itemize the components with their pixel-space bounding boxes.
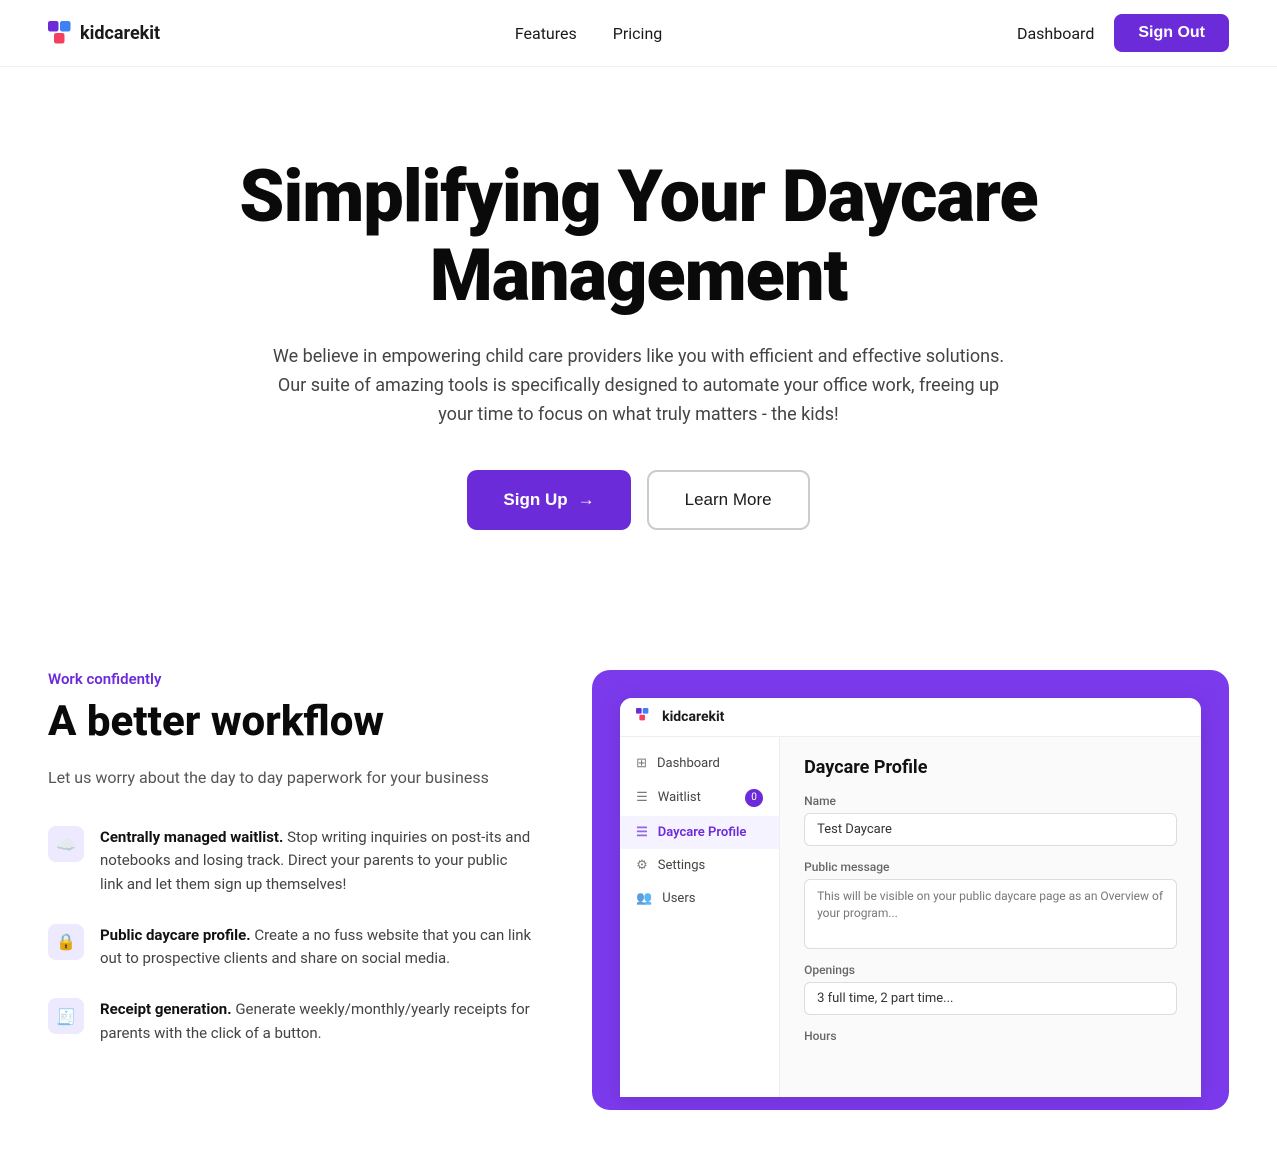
feature-waitlist-text: Centrally managed waitlist. Stop writing… [100, 826, 532, 896]
logo[interactable]: kidcarekit [48, 21, 160, 45]
feature-profile-text: Public daycare profile. Create a no fuss… [100, 924, 532, 971]
sidebar-preview-dashboard[interactable]: ⊞ Dashboard [620, 747, 779, 780]
preview-header: kidcarekit [620, 698, 1201, 737]
nav-features-link[interactable]: Features [515, 24, 577, 43]
features-heading: A better workflow [48, 698, 532, 746]
preview-content-area: Daycare Profile Name Test Daycare Public… [780, 737, 1201, 1097]
sidebar-preview-users[interactable]: 👥 Users [620, 882, 779, 915]
preview-content-title: Daycare Profile [804, 757, 1177, 778]
feature-item-waitlist: ☁️ Centrally managed waitlist. Stop writ… [48, 826, 532, 896]
sidebar-preview-waitlist[interactable]: ☰ Waitlist 0 [620, 780, 779, 816]
feature-item-receipt: 🧾 Receipt generation. Generate weekly/mo… [48, 998, 532, 1045]
users-sidebar-icon: 👥 [636, 891, 652, 906]
feature-item-profile: 🔒 Public daycare profile. Create a no fu… [48, 924, 532, 971]
logo-text: kidcarekit [80, 23, 160, 44]
public-message-label: Public message [804, 860, 1177, 874]
sign-out-button[interactable]: Sign Out [1114, 14, 1229, 52]
waitlist-icon: ☁️ [48, 826, 84, 862]
hero-section: Simplifying Your Daycare Management We b… [0, 67, 1277, 610]
preview-logo-icon [636, 708, 654, 726]
arrow-right-icon: → [578, 490, 595, 510]
feature-receipt-text: Receipt generation. Generate weekly/mont… [100, 998, 532, 1045]
features-left: Work confidently A better workflow Let u… [48, 670, 532, 1045]
learn-more-button[interactable]: Learn More [647, 470, 810, 530]
hero-subtitle: We believe in empowering child care prov… [269, 343, 1009, 429]
waitlist-sidebar-icon: ☰ [636, 790, 648, 805]
sidebar-preview-settings[interactable]: ⚙ Settings [620, 849, 779, 882]
openings-value: 3 full time, 2 part time... [804, 982, 1177, 1015]
hero-title: Simplifying Your Daycare Management [200, 157, 1077, 315]
dashboard-icon: ⊞ [636, 756, 647, 771]
eyebrow-text: Work confidently [48, 670, 532, 688]
hero-buttons: Sign Up → Learn More [200, 470, 1077, 530]
hours-label: Hours [804, 1029, 1177, 1043]
profile-icon: 🔒 [48, 924, 84, 960]
sidebar-preview-profile[interactable]: ☰ Daycare Profile [620, 816, 779, 849]
nav-actions: Dashboard Sign Out [1017, 14, 1229, 52]
features-section: Work confidently A better workflow Let u… [0, 610, 1277, 1170]
profile-sidebar-icon: ☰ [636, 825, 648, 840]
feature-list: ☁️ Centrally managed waitlist. Stop writ… [48, 826, 532, 1045]
openings-label: Openings [804, 963, 1177, 977]
preview-sidebar: ⊞ Dashboard ☰ Waitlist 0 ☰ Daycare Profi… [620, 737, 780, 1097]
name-field-value: Test Daycare [804, 813, 1177, 846]
dashboard-link[interactable]: Dashboard [1017, 24, 1094, 43]
preview-logo-text: kidcarekit [662, 709, 724, 725]
navbar: kidcarekit Features Pricing Dashboard Si… [0, 0, 1277, 67]
preview-window: kidcarekit ⊞ Dashboard ☰ Waitlist 0 ☰ [620, 698, 1201, 1097]
preview-body: ⊞ Dashboard ☰ Waitlist 0 ☰ Daycare Profi… [620, 737, 1201, 1097]
public-message-textarea: This will be visible on your public dayc… [804, 879, 1177, 949]
settings-sidebar-icon: ⚙ [636, 858, 648, 873]
nav-links: Features Pricing [515, 24, 662, 43]
name-field-label: Name [804, 794, 1177, 808]
logo-icon [48, 21, 72, 45]
features-description: Let us worry about the day to day paperw… [48, 766, 532, 790]
receipt-icon: 🧾 [48, 998, 84, 1034]
nav-pricing-link[interactable]: Pricing [613, 24, 663, 43]
waitlist-badge: 0 [745, 789, 763, 807]
dashboard-preview: kidcarekit ⊞ Dashboard ☰ Waitlist 0 ☰ [592, 670, 1229, 1110]
signup-button[interactable]: Sign Up → [467, 470, 630, 530]
